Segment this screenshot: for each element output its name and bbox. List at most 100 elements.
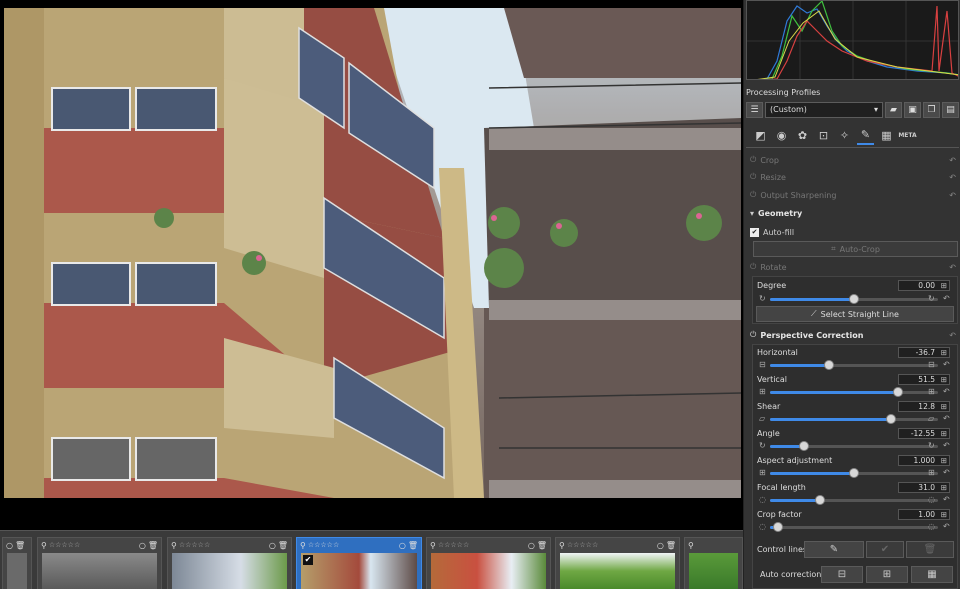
auto-crop-button[interactable]: ⌗ Auto-Crop (753, 241, 958, 257)
draw-control-line-button[interactable]: ✎ (804, 541, 864, 558)
folder-open-icon[interactable]: ▰ (885, 101, 902, 118)
slider-track[interactable] (770, 441, 938, 451)
tool-geometry[interactable]: ▾ Geometry (750, 205, 958, 221)
slider-knob[interactable] (885, 414, 896, 424)
slider-track[interactable] (770, 360, 938, 370)
reset-icon[interactable]: ↶ (943, 387, 950, 396)
trash-icon[interactable]: 🗑 (148, 541, 158, 550)
power-icon[interactable]: ⏻ (750, 155, 756, 165)
filmstrip-thumb[interactable]: ⚲ ☆☆☆☆☆ ○ 🗑 (426, 537, 551, 589)
reset-icon[interactable]: ↶ (949, 263, 956, 272)
slider-track[interactable] (770, 468, 938, 478)
save-icon[interactable]: ▣ (904, 101, 921, 118)
advanced-tab-icon[interactable]: ⊡ (815, 127, 832, 145)
star-rating[interactable]: ☆☆☆☆☆ (308, 541, 339, 549)
slider-value[interactable]: 1.00 (898, 509, 950, 520)
apply-control-lines-button[interactable]: ✔ (866, 541, 904, 558)
reset-icon[interactable]: ↶ (943, 495, 950, 504)
reset-icon[interactable]: ↶ (949, 156, 956, 165)
auto-fill-row[interactable]: ✔ Auto-fill (750, 224, 958, 240)
filmstrip-thumb[interactable]: ⚲ ☆☆☆☆☆ ○ 🗑 (37, 537, 162, 589)
reset-icon[interactable]: ↶ (943, 360, 950, 369)
edited-icon: ⚲ (430, 540, 436, 550)
star-rating[interactable]: ☆☆☆☆☆ (49, 541, 80, 549)
filmstrip[interactable]: ○ 🗑 ⚲ ☆☆☆☆☆ ○ 🗑 ⚲ ☆☆☆☆☆ ○ 🗑 ⚲ ☆☆☆☆☆ ○ 🗑 ✔ ⚲ ☆☆☆☆☆ ○ 🗑… (0, 530, 743, 589)
color-tab-icon[interactable]: ✿ (794, 127, 811, 145)
slider-value[interactable]: 31.0 (898, 482, 950, 493)
trash-icon[interactable]: 🗑 (666, 541, 676, 550)
rank-circle-icon[interactable]: ○ (657, 541, 664, 550)
reset-icon[interactable]: ↶ (943, 294, 950, 303)
meta-tab-icon[interactable]: META (898, 127, 916, 145)
tool-perspective[interactable]: ⏻ Perspective Correction ↶ (750, 327, 958, 343)
reset-icon[interactable]: ↶ (943, 441, 950, 450)
reset-icon[interactable]: ↶ (949, 173, 956, 182)
power-icon[interactable]: ⏻ (750, 330, 756, 340)
auto-correct-horizontal-button[interactable]: ⊞ (866, 566, 908, 583)
power-icon[interactable]: ⏻ (750, 172, 756, 182)
tool-rotate[interactable]: ⏻ Rotate ↶ (750, 259, 958, 275)
slider-knob[interactable] (892, 387, 903, 397)
paste-icon[interactable]: ▤ (942, 101, 959, 118)
reset-icon[interactable]: ↶ (949, 191, 956, 200)
slider-value[interactable]: -12.55 (898, 428, 950, 439)
transform-tab-icon[interactable]: ✎ (857, 127, 874, 145)
slider-knob[interactable] (798, 441, 809, 451)
rank-circle-icon[interactable]: ○ (399, 541, 406, 550)
rank-circle-icon[interactable]: ○ (6, 541, 13, 550)
tool-resize[interactable]: ⏻ Resize ↶ (750, 169, 958, 185)
slider-track[interactable] (770, 495, 938, 505)
image-preview[interactable] (0, 0, 743, 530)
star-rating[interactable]: ☆☆☆☆☆ (179, 541, 210, 549)
filmstrip-thumb[interactable]: ⚲ ☆☆☆☆☆ ○ 🗑 (555, 537, 680, 589)
slider-track[interactable] (770, 387, 938, 397)
trash-icon[interactable]: 🗑 (278, 541, 288, 550)
exposure-tab-icon[interactable]: ◩ (752, 127, 769, 145)
slider-value[interactable]: 51.5 (898, 374, 950, 385)
slider-track[interactable] (770, 414, 938, 424)
filmstrip-thumb[interactable]: ⚲ (684, 537, 743, 589)
perspective-horizontal-icon: ⊞ (882, 569, 892, 580)
auto-correct-both-button[interactable]: ▦ (911, 566, 953, 583)
star-rating[interactable]: ☆☆☆☆☆ (567, 541, 598, 549)
slider-knob[interactable] (823, 360, 834, 370)
filmstrip-thumb-selected[interactable]: ⚲ ☆☆☆☆☆ ○ 🗑 ✔ (296, 537, 422, 589)
trash-icon[interactable]: 🗑 (15, 541, 25, 550)
slider-value[interactable]: -36.7 (898, 347, 950, 358)
rank-circle-icon[interactable]: ○ (528, 541, 535, 550)
power-icon[interactable]: ⏻ (750, 262, 756, 272)
trash-icon[interactable]: 🗑 (408, 541, 418, 550)
delete-control-lines-button[interactable]: 🗑 (906, 541, 954, 558)
copy-icon[interactable]: ❐ (923, 101, 940, 118)
profile-list-icon[interactable]: ☰ (746, 101, 763, 118)
slider-track[interactable] (770, 522, 938, 532)
reset-icon[interactable]: ↶ (943, 414, 950, 423)
select-straight-line-button[interactable]: ⟋ Select Straight Line (756, 306, 954, 322)
reset-icon[interactable]: ↶ (943, 522, 950, 531)
power-icon[interactable]: ⏻ (750, 190, 756, 200)
tool-output-sharpening[interactable]: ⏻ Output Sharpening ↶ (750, 187, 958, 203)
tool-crop[interactable]: ⏻ Crop ↶ (750, 152, 958, 168)
filmstrip-thumb[interactable]: ⚲ ☆☆☆☆☆ ○ 🗑 (167, 537, 292, 589)
degree-slider[interactable] (770, 294, 938, 304)
slider-value[interactable]: 12.8 (898, 401, 950, 412)
rank-circle-icon[interactable]: ○ (269, 541, 276, 550)
filmstrip-thumb[interactable]: ○ 🗑 (2, 537, 32, 589)
rank-circle-icon[interactable]: ○ (139, 541, 146, 550)
reset-icon[interactable]: ↶ (949, 331, 956, 340)
reset-icon[interactable]: ↶ (943, 468, 950, 477)
raw-tab-icon[interactable]: ▦ (878, 127, 895, 145)
profile-select[interactable]: (Custom) ▾ (765, 101, 883, 118)
auto-fill-checkbox[interactable]: ✔ (750, 227, 759, 237)
local-tab-icon[interactable]: ✧ (836, 127, 853, 145)
degree-value[interactable]: 0.00 (898, 280, 950, 291)
degree-slider-knob[interactable] (849, 294, 859, 304)
slider-knob[interactable] (849, 468, 859, 478)
trash-icon[interactable]: 🗑 (537, 541, 547, 550)
detail-tab-icon[interactable]: ◉ (773, 127, 790, 145)
slider-end-icon: ⊞ (928, 468, 935, 477)
slider-value[interactable]: 1.000 (898, 455, 950, 466)
auto-correct-vertical-button[interactable]: ⊟ (821, 566, 863, 583)
star-rating[interactable]: ☆☆☆☆☆ (438, 541, 469, 549)
slider-fill (770, 418, 891, 421)
